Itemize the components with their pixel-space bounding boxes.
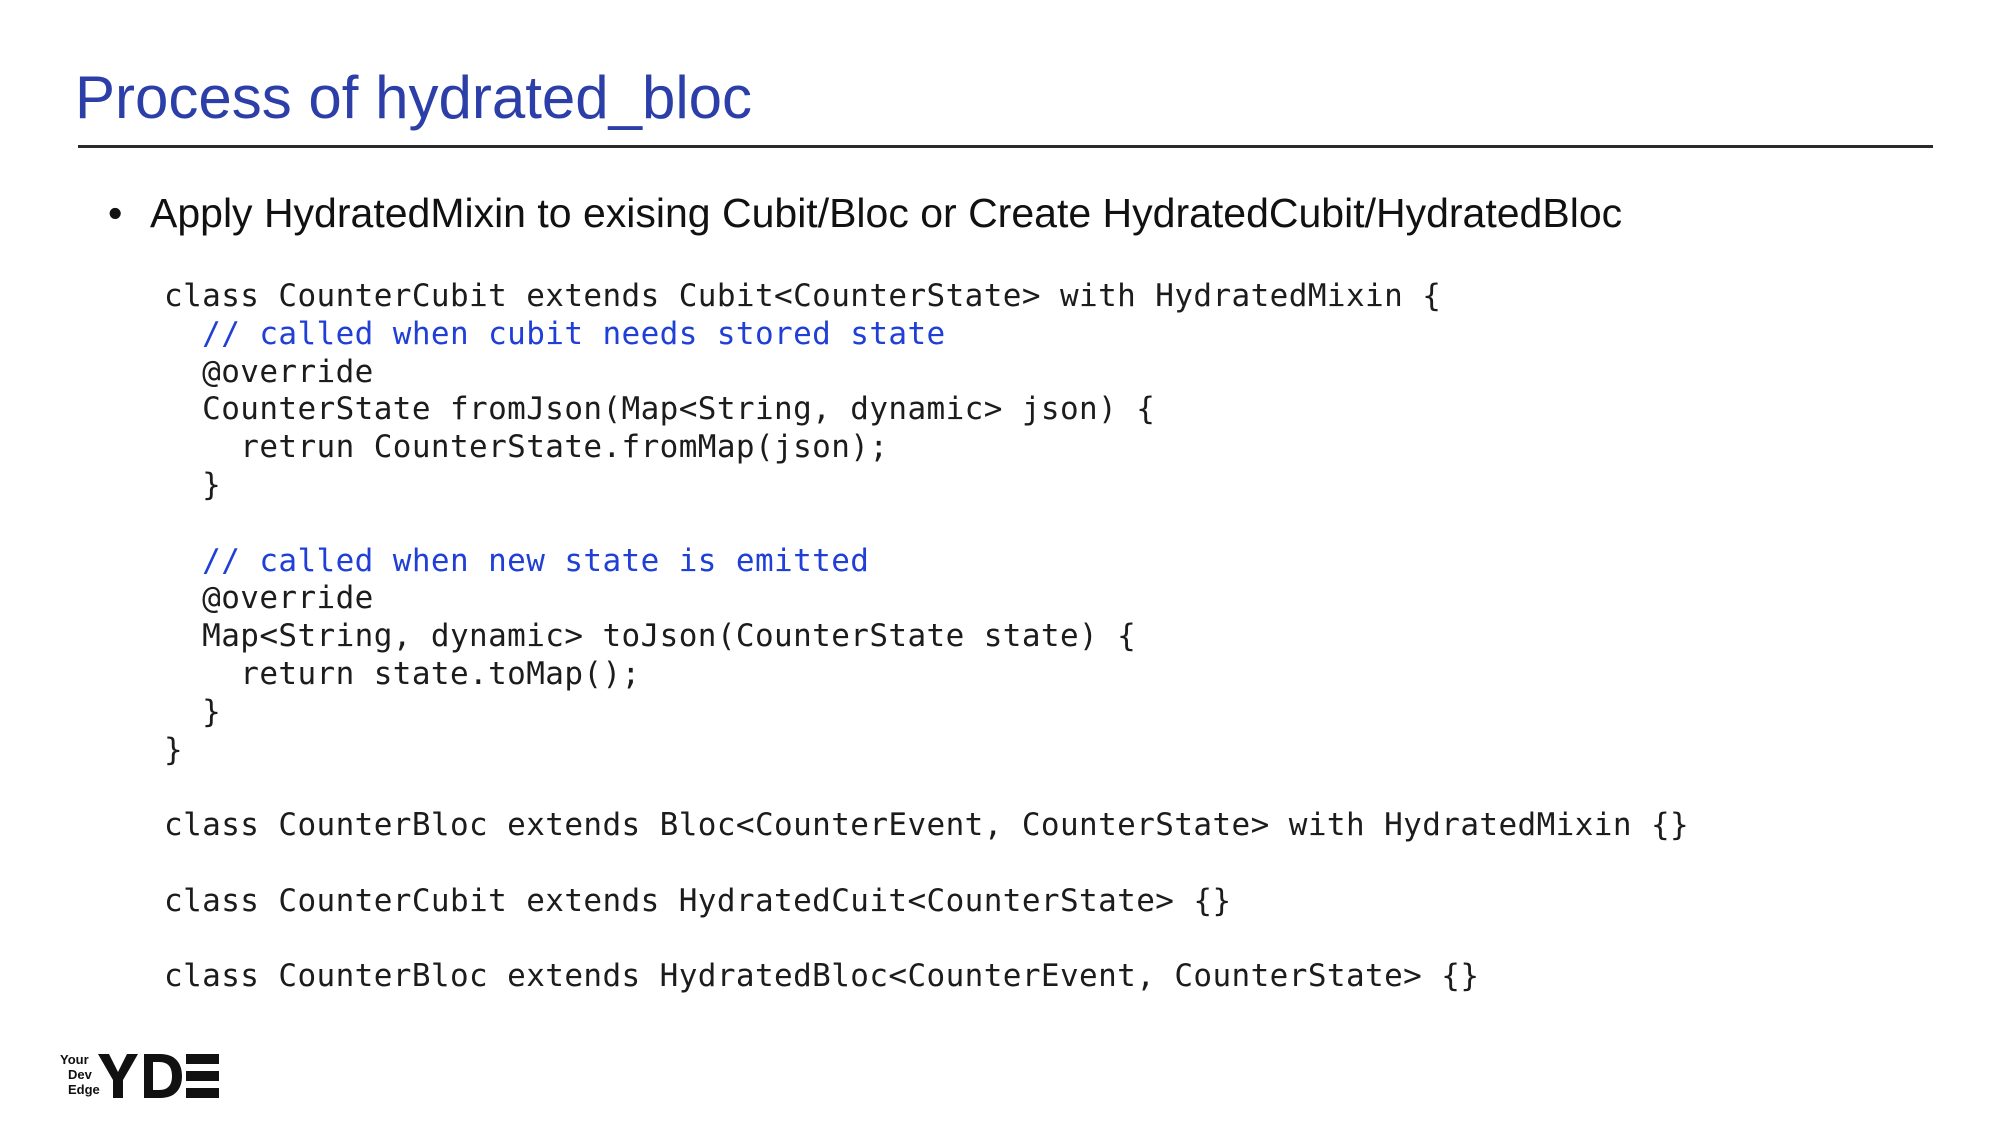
yde-logo: Your Dev Edge bbox=[60, 1052, 220, 1100]
logo-wordmark: Your Dev Edge bbox=[60, 1052, 100, 1097]
code-line: } bbox=[164, 466, 222, 503]
logo-word-your: Your bbox=[60, 1052, 89, 1067]
code-line: @override bbox=[164, 353, 374, 390]
bullet-marker: • bbox=[108, 190, 123, 236]
code-line: CounterState fromJson(Map<String, dynami… bbox=[164, 391, 1156, 428]
code-comment-line: // called when cubit needs stored state bbox=[164, 315, 946, 352]
slide-title: Process of hydrated_bloc bbox=[75, 64, 753, 131]
code-line: class CounterBloc extends Bloc<CounterEv… bbox=[164, 807, 1690, 844]
code-comment-line: // called when new state is emitted bbox=[164, 542, 870, 579]
code-line: class CounterCubit extends HydratedCuit<… bbox=[164, 882, 1232, 919]
code-line: class CounterBloc extends HydratedBloc<C… bbox=[164, 958, 1480, 995]
code-line: class CounterCubit extends Cubit<Counter… bbox=[164, 278, 1442, 314]
bullet-item: • Apply HydratedMixin to exising Cubit/Bl… bbox=[108, 187, 1622, 239]
logo-word-edge: Edge bbox=[68, 1082, 100, 1097]
logo-word-dev: Dev bbox=[68, 1067, 92, 1082]
code-block: class CounterCubit extends Cubit<Counter… bbox=[164, 278, 1689, 996]
code-line: retrun CounterState.fromMap(json); bbox=[164, 429, 889, 466]
code-line: @override bbox=[164, 580, 374, 617]
code-line: } bbox=[164, 731, 184, 768]
yde-logo-mark bbox=[98, 1054, 219, 1098]
bullet-text: Apply HydratedMixin to exising Cubit/Blo… bbox=[150, 190, 1623, 236]
code-line: } bbox=[164, 693, 222, 730]
code-line: Map<String, dynamic> toJson(CounterState… bbox=[164, 618, 1137, 655]
code-line: return state.toMap(); bbox=[164, 655, 641, 692]
title-divider bbox=[78, 145, 1933, 148]
